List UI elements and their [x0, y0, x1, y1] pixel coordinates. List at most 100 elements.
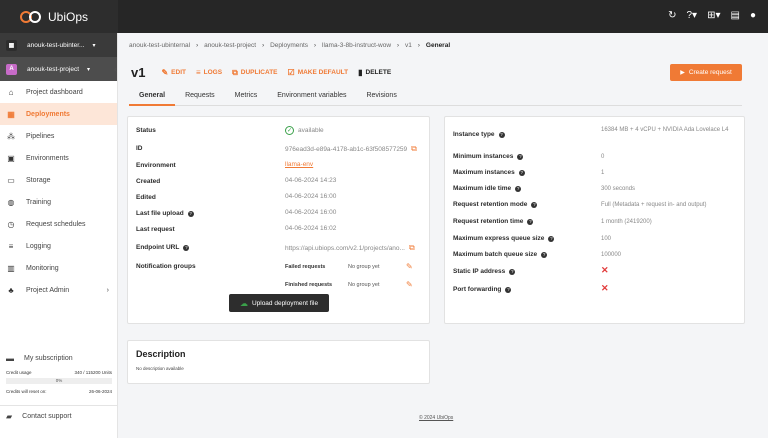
help-icon[interactable]: ?: [183, 244, 190, 251]
breadcrumb-deployments[interactable]: Deployments: [270, 42, 308, 49]
contact-support-label: Contact support: [22, 413, 72, 420]
sidebar-item-logging[interactable]: ≡ Logging: [0, 235, 117, 257]
breadcrumb-org[interactable]: anouk-test-ubinternal: [129, 42, 190, 49]
page-title: v1: [131, 65, 146, 80]
ubiops-logo[interactable]: UbiOps: [0, 0, 118, 33]
edited-label: Edited: [136, 194, 156, 201]
breadcrumb-version[interactable]: v1: [405, 42, 412, 49]
pencil-icon: ✎: [161, 68, 169, 77]
breadcrumb-deployment[interactable]: llama-3-8b-instruct-wow: [322, 42, 391, 49]
help-icon[interactable]: ?: [509, 268, 516, 275]
maximum-batch-queue-size-label: Maximum batch queue size: [453, 251, 538, 258]
top-bar: UbiOps ↻ ?▾ ⊞▾ ▤ ●: [0, 0, 768, 33]
request-retention-mode-value: Full (Metadata + request in- and output): [601, 202, 707, 208]
chat-icon: ▰: [6, 412, 13, 421]
pencil-icon[interactable]: ✎: [406, 280, 413, 289]
chevron-right-icon: ›: [196, 42, 199, 49]
delete-button[interactable]: ▮ DELETE: [358, 68, 391, 77]
maximum-instances-label: Maximum instances: [453, 169, 515, 176]
request-retention-time-value: 1 month (2419200): [601, 219, 652, 225]
organization-icon: ▦: [6, 39, 17, 51]
tab-requests[interactable]: Requests: [175, 89, 225, 106]
static-ip-address-label: Static IP address: [453, 268, 506, 275]
edit-label: EDIT: [171, 69, 186, 76]
project-selector[interactable]: A anouk-test-project ▾: [0, 57, 117, 81]
help-icon[interactable]: ?: [517, 153, 524, 160]
help-icon[interactable]: ?: [515, 185, 522, 192]
help-icon[interactable]: ?: [531, 201, 538, 208]
sidebar-item-request-schedules[interactable]: ◷ Request schedules: [0, 213, 117, 235]
environment-link[interactable]: llama-env: [285, 161, 313, 168]
sidebar-item-training[interactable]: ◍ Training: [0, 191, 117, 213]
docs-icon[interactable]: ▤: [731, 10, 740, 22]
logs-button[interactable]: ≡ LOGS: [196, 68, 222, 77]
request-retention-time-label: Request retention time: [453, 218, 524, 225]
last-file-upload-label: Last file upload: [136, 210, 184, 217]
help-icon[interactable]: ?: [505, 286, 512, 293]
breadcrumb-project[interactable]: anouk-test-project: [204, 42, 256, 49]
help-icon[interactable]: ?: [187, 210, 194, 217]
copy-icon[interactable]: ⧉: [409, 243, 415, 253]
trash-icon: ▮: [358, 68, 363, 77]
create-request-button[interactable]: ▶ Create request: [670, 64, 742, 81]
last-request-label: Last request: [136, 226, 175, 233]
contact-support[interactable]: ▰ Contact support: [0, 405, 118, 427]
make-default-button[interactable]: ☑ MAKE DEFAULT: [288, 68, 349, 77]
sidebar-item-deployments[interactable]: ▦ Deployments: [0, 103, 117, 125]
create-request-label: Create request: [688, 69, 732, 76]
help-icon[interactable]: ?: [548, 235, 555, 242]
sidebar-item-project-dashboard[interactable]: ⌂ Project dashboard: [0, 81, 117, 103]
pipeline-icon: ⁂: [7, 131, 15, 141]
chevron-down-icon: ▾: [92, 42, 96, 49]
duplicate-label: DUPLICATE: [240, 69, 278, 76]
list-icon: ≡: [8, 241, 14, 251]
user-icon[interactable]: ●: [750, 10, 756, 22]
list-icon: ≡: [195, 68, 201, 77]
upload-label: Upload deployment file: [251, 299, 319, 307]
chevron-right-icon: ›: [106, 286, 109, 294]
instance-type-label: Instance type: [453, 131, 495, 138]
pencil-icon[interactable]: ✎: [406, 262, 413, 271]
help-icon[interactable]: ?: [498, 131, 505, 138]
tab-metrics[interactable]: Metrics: [225, 89, 268, 106]
duplicate-button[interactable]: ⧉ DUPLICATE: [232, 68, 277, 78]
sidebar-item-storage[interactable]: ▭ Storage: [0, 169, 117, 191]
deployment-details-card: Status ✓ available ID 976ead3d-e89a-4178-…: [127, 116, 430, 324]
help-icon[interactable]: ?: [541, 251, 548, 258]
help-icon[interactable]: ?▾: [687, 10, 698, 22]
help-icon[interactable]: ?: [527, 218, 534, 225]
chevron-right-icon: ›: [417, 42, 420, 49]
logout-icon[interactable]: ↻: [668, 10, 676, 22]
chevron-right-icon: ›: [314, 42, 317, 49]
tab-environment-variables[interactable]: Environment variables: [267, 89, 356, 106]
maximum-express-queue-size-label: Maximum express queue size: [453, 235, 545, 242]
failed-requests-row: Failed requests No group yet ✎: [285, 262, 413, 271]
sidebar-item-project-admin[interactable]: ♣ Project Admin ›: [0, 279, 117, 301]
edit-button[interactable]: ✎ EDIT: [161, 68, 186, 77]
logs-label: LOGS: [203, 69, 223, 76]
organization-selector[interactable]: ▦ anouk-test-ubinter... ▾: [0, 33, 117, 57]
tab-general[interactable]: General: [129, 89, 176, 106]
port-forwarding-label: Port forwarding: [453, 286, 502, 293]
chevron-right-icon: ›: [262, 42, 265, 49]
environment-label: Environment: [136, 162, 176, 169]
sidebar-item-label: Environments: [26, 154, 69, 162]
sidebar-item-monitoring[interactable]: ▥ Monitoring: [0, 257, 117, 279]
sidebar-item-label: Request schedules: [26, 220, 86, 228]
subscription-link[interactable]: ▬ My subscription: [0, 351, 118, 365]
copy-icon[interactable]: ⧉: [411, 144, 417, 154]
maximum-express-queue-size-value: 100: [601, 236, 612, 242]
sidebar-item-pipelines[interactable]: ⁂ Pipelines: [0, 125, 117, 147]
tab-bar: General Requests Metrics Environment var…: [129, 89, 742, 106]
logo-mark-icon: [20, 10, 42, 23]
add-icon[interactable]: ⊞▾: [707, 10, 720, 22]
cloud-upload-icon: ☁: [239, 298, 248, 308]
help-icon[interactable]: ?: [518, 169, 525, 176]
upload-deployment-file-button[interactable]: ☁ Upload deployment file: [229, 294, 329, 312]
tab-revisions[interactable]: Revisions: [356, 89, 406, 106]
sidebar-item-environments[interactable]: ▣ Environments: [0, 147, 117, 169]
footer-copyright[interactable]: © 2024 UbiOps: [419, 415, 453, 421]
chevron-right-icon: ›: [397, 42, 400, 49]
collapse-sidebar-icon[interactable]: ‹: [114, 64, 117, 74]
status-label: Status: [136, 127, 156, 134]
